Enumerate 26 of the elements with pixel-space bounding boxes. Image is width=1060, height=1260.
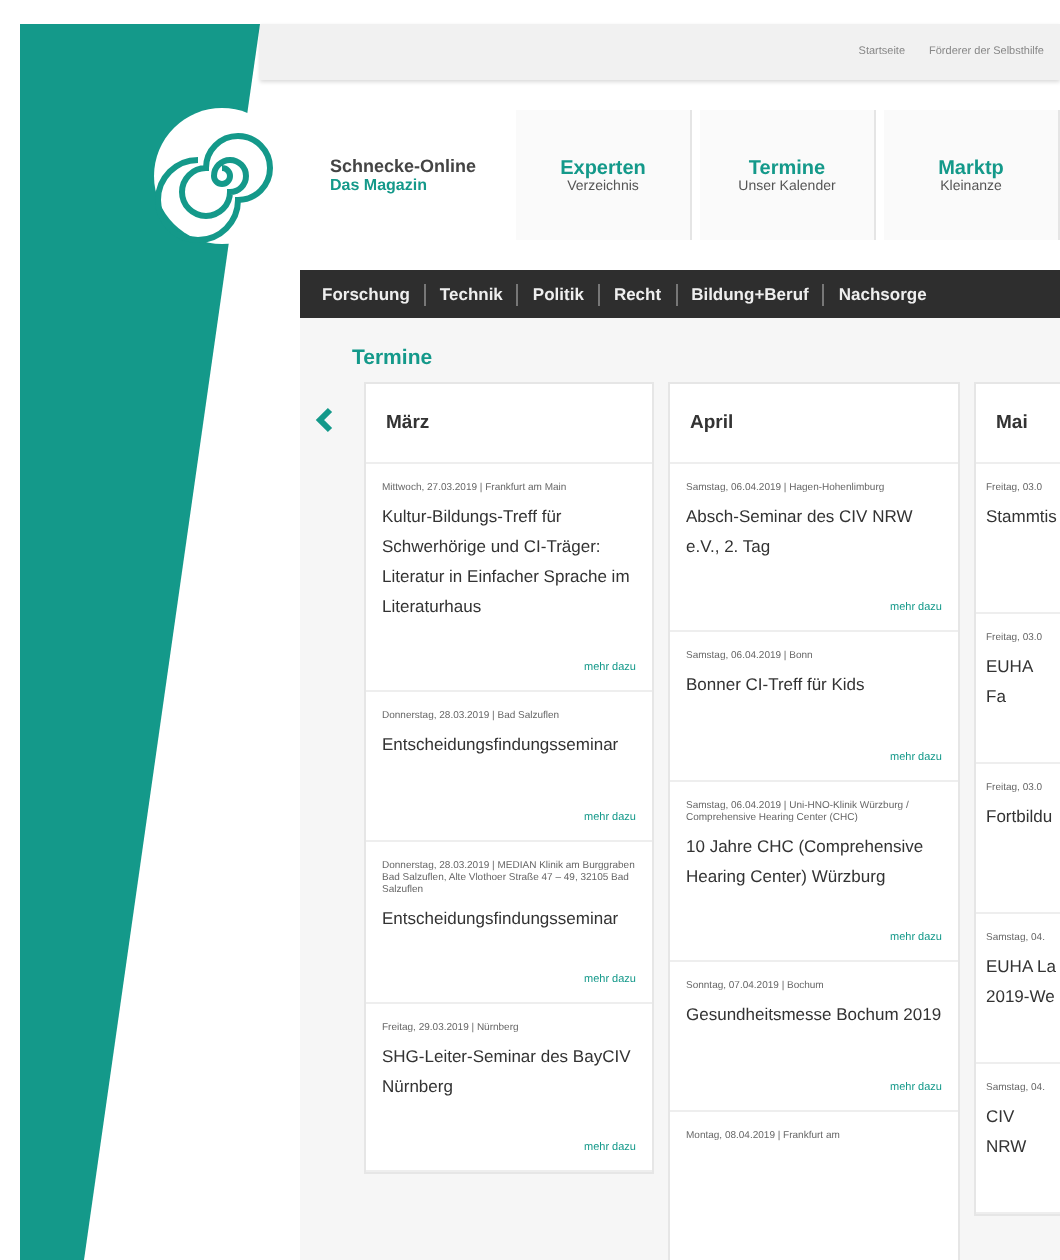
event-title[interactable]: Stammtis (986, 502, 1056, 532)
event-title[interactable]: Kultur-Bildungs-Treff für Schwerhörige und CI-Träger: Literatur in Einfacher Sprache im Literaturhaus (382, 502, 636, 622)
category-link[interactable]: Forschung (308, 283, 426, 305)
event-title[interactable]: Entscheidungsfindungsseminar (382, 904, 636, 934)
event-title[interactable]: Gesundheitsmesse Bochum 2019 (686, 1000, 942, 1030)
event-title[interactable]: SHG-Leiter-Seminar des BayCIV Nürnberg (382, 1042, 636, 1102)
site-subtitle: Das Magazin (330, 176, 429, 194)
event-title[interactable]: EUHA Fa (986, 652, 1056, 712)
event-title[interactable]: Fortbildu (986, 802, 1056, 832)
chevron-left-icon[interactable] (312, 406, 336, 434)
event-title[interactable]: 10 Jahre CHC (Comprehensive Hearing Center) Würzburg (686, 832, 942, 892)
event-title[interactable]: Absch-Seminar des CIV NRW e.V., 2. Tag (686, 502, 942, 562)
event-title[interactable]: Bonner CI-Treff für Kids (686, 670, 942, 700)
event-title[interactable]: CIV NRW (986, 1102, 1056, 1162)
event-title[interactable]: Entscheidungsfindungsseminar (382, 730, 636, 760)
category-link[interactable]: Nachsorge (824, 283, 941, 305)
site-title[interactable]: Schnecke-Online (330, 156, 480, 176)
category-link[interactable]: Recht (599, 283, 678, 305)
month-title: März (366, 384, 652, 464)
section-title: Termine (352, 346, 435, 370)
month-title: Mai (976, 384, 1060, 464)
month-title: April (670, 384, 958, 464)
category-link[interactable]: Bildung+Beruf (677, 283, 825, 305)
event-title[interactable]: EUHA La 2019-We (986, 952, 1056, 1012)
category-link[interactable]: Politik (518, 283, 600, 305)
category-link[interactable]: Technik (425, 283, 519, 305)
